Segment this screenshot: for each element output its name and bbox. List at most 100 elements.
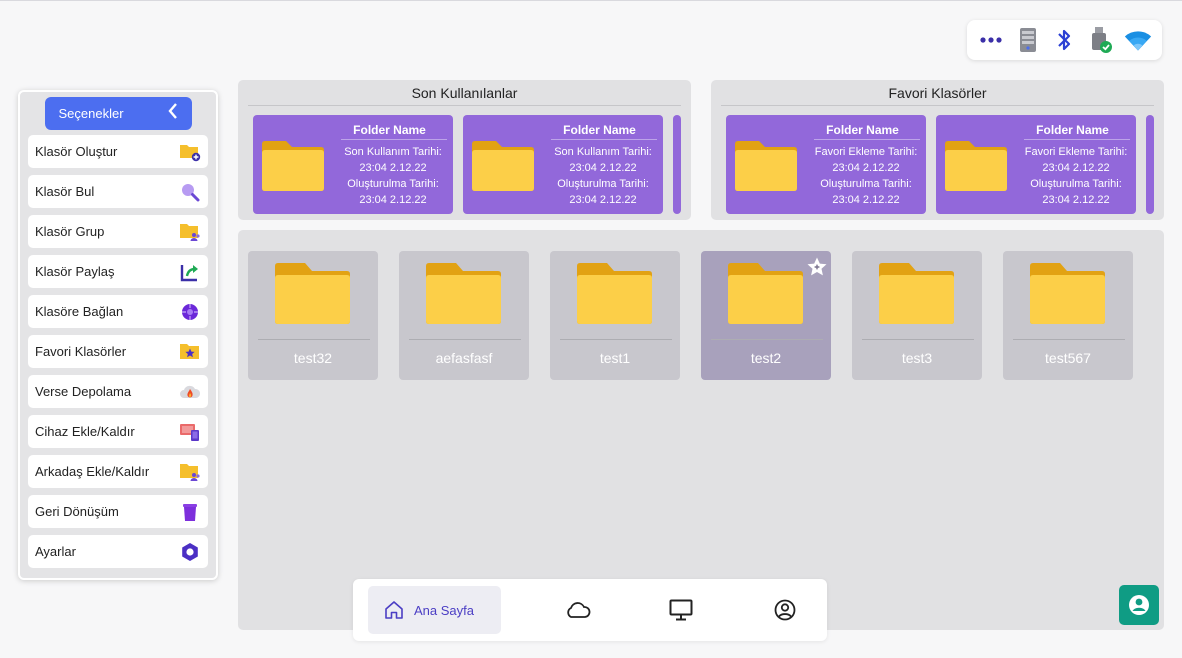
folder-name: test1 [599, 350, 631, 366]
options-toggle-button[interactable]: Seçenekler [44, 97, 192, 130]
wifi-icon[interactable] [1124, 26, 1152, 54]
sidebar-item-settings[interactable]: Ayarlar [28, 535, 208, 568]
sidebar-item-connect-folder[interactable]: Klasöre Bağlan [28, 295, 208, 328]
sidebar-item-label: Cihaz Ekle/Kaldır [35, 424, 135, 439]
nav-home-label: Ana Sayfa [414, 602, 474, 618]
sidebar-item-share-folder[interactable]: Klasör Paylaş [28, 255, 208, 288]
settings-icon [179, 541, 201, 563]
chevron-left-icon [167, 103, 178, 124]
recent-folder-card[interactable]: Folder Name Son Kullanım Tarihi: 23:04 2… [463, 115, 663, 214]
card-meta-value: 23:04 2.12.22 [832, 162, 900, 174]
favorite-folder-card-partial[interactable] [1146, 115, 1154, 214]
sidebar-item-label: Geri Dönüşüm [35, 504, 119, 519]
monitor-icon [669, 599, 693, 621]
folder-icon [472, 141, 534, 191]
sidebar-item-add-remove-friend[interactable]: Arkadaş Ekle/Kaldır [28, 455, 208, 488]
card-meta-value: 23:04 2.12.22 [832, 194, 900, 206]
recent-cards: Folder Name Son Kullanım Tarihi: 23:04 2… [253, 115, 681, 214]
options-header-label: Seçenekler [58, 106, 124, 121]
home-icon [385, 601, 403, 619]
folder-icon [728, 263, 803, 324]
sidebar-item-favorite-folders[interactable]: Favori Klasörler [28, 335, 208, 368]
card-meta-label: Son Kullanım Tarihi: [344, 146, 442, 158]
folder-group-icon [179, 221, 201, 243]
card-meta: Son Kullanım Tarihi: 23:04 2.12.22 Oluşt… [545, 144, 661, 208]
card-meta: Favori Ekleme Tarihi: 23:04 2.12.22 Oluş… [808, 144, 924, 208]
sidebar-item-label: Klasör Bul [35, 184, 95, 199]
cloud-icon [567, 602, 591, 618]
favorite-folders-panel: Favori Klasörler Folder Name Favori Ekle… [711, 80, 1164, 220]
folder-tile[interactable]: test1 [550, 251, 680, 380]
nav-home-button[interactable]: Ana Sayfa [368, 586, 501, 634]
nav-profile-button[interactable] [771, 596, 799, 624]
tile-divider [711, 339, 823, 340]
favorite-folder-card[interactable]: Folder Name Favori Ekleme Tarihi: 23:04 … [936, 115, 1136, 214]
folder-tile[interactable]: test32 [248, 251, 378, 380]
card-divider [814, 139, 920, 140]
folder-tile[interactable]: test3 [852, 251, 982, 380]
sidebar-item-folder-group[interactable]: Klasör Grup [28, 215, 208, 248]
nav-device-button[interactable] [667, 596, 695, 624]
profile-icon [774, 599, 796, 621]
sidebar-item-label: Klasör Paylaş [35, 264, 115, 279]
card-meta-label: Oluşturulma Tarihi: [820, 178, 912, 190]
card-meta-label: Son Kullanım Tarihi: [554, 146, 652, 158]
folder-icon [577, 263, 652, 324]
add-favorite-star-icon[interactable] [806, 256, 828, 278]
folder-grid: test32 aefasfasf test1 test2 test3 test5… [238, 230, 1164, 630]
cloud-storage-icon [179, 381, 201, 403]
sidebar-item-label: Ayarlar [35, 544, 76, 559]
favorite-cards: Folder Name Favori Ekleme Tarihi: 23:04 … [726, 115, 1154, 214]
card-divider [1024, 139, 1130, 140]
sidebar-item-verse-storage[interactable]: Verse Depolama [28, 375, 208, 408]
folder-tile[interactable]: test567 [1003, 251, 1133, 380]
sidebar-item-recycle-bin[interactable]: Geri Dönüşüm [28, 495, 208, 528]
share-icon [179, 261, 201, 283]
sidebar-item-label: Verse Depolama [35, 384, 132, 399]
tile-divider [258, 339, 370, 340]
folder-icon [945, 141, 1007, 191]
status-tray [967, 20, 1162, 60]
nav-cloud-button[interactable] [564, 596, 592, 624]
folder-add-icon [179, 141, 201, 163]
folder-tile[interactable]: aefasfasf [399, 251, 529, 380]
folder-icon [879, 263, 954, 324]
bluetooth-icon[interactable] [1050, 26, 1078, 54]
tile-divider [1013, 339, 1125, 340]
recent-folder-card-partial[interactable] [673, 115, 681, 214]
server-icon[interactable] [1014, 26, 1042, 54]
card-divider [551, 139, 657, 140]
favorite-folder-card[interactable]: Folder Name Favori Ekleme Tarihi: 23:04 … [726, 115, 926, 214]
sidebar-item-label: Klasör Grup [35, 224, 105, 239]
card-folder-name: Folder Name [826, 123, 899, 137]
folder-friends-icon [179, 461, 201, 483]
tile-divider [862, 339, 974, 340]
card-meta-value: 23:04 2.12.22 [359, 162, 427, 174]
favorites-panel-title: Favori Klasörler [721, 80, 1154, 106]
folder-tile-selected[interactable]: test2 [701, 251, 831, 380]
device-icon [179, 421, 201, 443]
more-icon[interactable] [977, 26, 1005, 54]
connect-icon [179, 301, 201, 323]
recent-panel-title: Son Kullanılanlar [248, 80, 681, 106]
search-icon [179, 181, 201, 203]
sidebar-item-label: Arkadaş Ekle/Kaldır [35, 464, 150, 479]
folder-name: test32 [293, 350, 333, 366]
card-meta-value: 23:04 2.12.22 [1042, 194, 1110, 206]
recent-folders-panel: Son Kullanılanlar Folder Name Son Kullan… [238, 80, 691, 220]
card-meta: Favori Ekleme Tarihi: 23:04 2.12.22 Oluş… [1018, 144, 1134, 208]
sidebar-item-find-folder[interactable]: Klasör Bul [28, 175, 208, 208]
card-meta: Son Kullanım Tarihi: 23:04 2.12.22 Oluşt… [335, 144, 451, 208]
card-meta-label: Favori Ekleme Tarihi: [1024, 146, 1128, 158]
folder-name: test2 [750, 350, 782, 366]
options-sidebar: Seçenekler Klasör Oluştur Klasör Bul Kla… [18, 90, 218, 580]
card-meta-value: 23:04 2.12.22 [359, 194, 427, 206]
user-circle-icon [1129, 595, 1149, 615]
sidebar-item-create-folder[interactable]: Klasör Oluştur [28, 135, 208, 168]
folder-icon [275, 263, 350, 324]
tile-divider [409, 339, 521, 340]
account-fab-button[interactable] [1119, 585, 1159, 625]
sidebar-item-add-remove-device[interactable]: Cihaz Ekle/Kaldır [28, 415, 208, 448]
recent-folder-card[interactable]: Folder Name Son Kullanım Tarihi: 23:04 2… [253, 115, 453, 214]
usb-drive-icon[interactable] [1087, 26, 1115, 54]
